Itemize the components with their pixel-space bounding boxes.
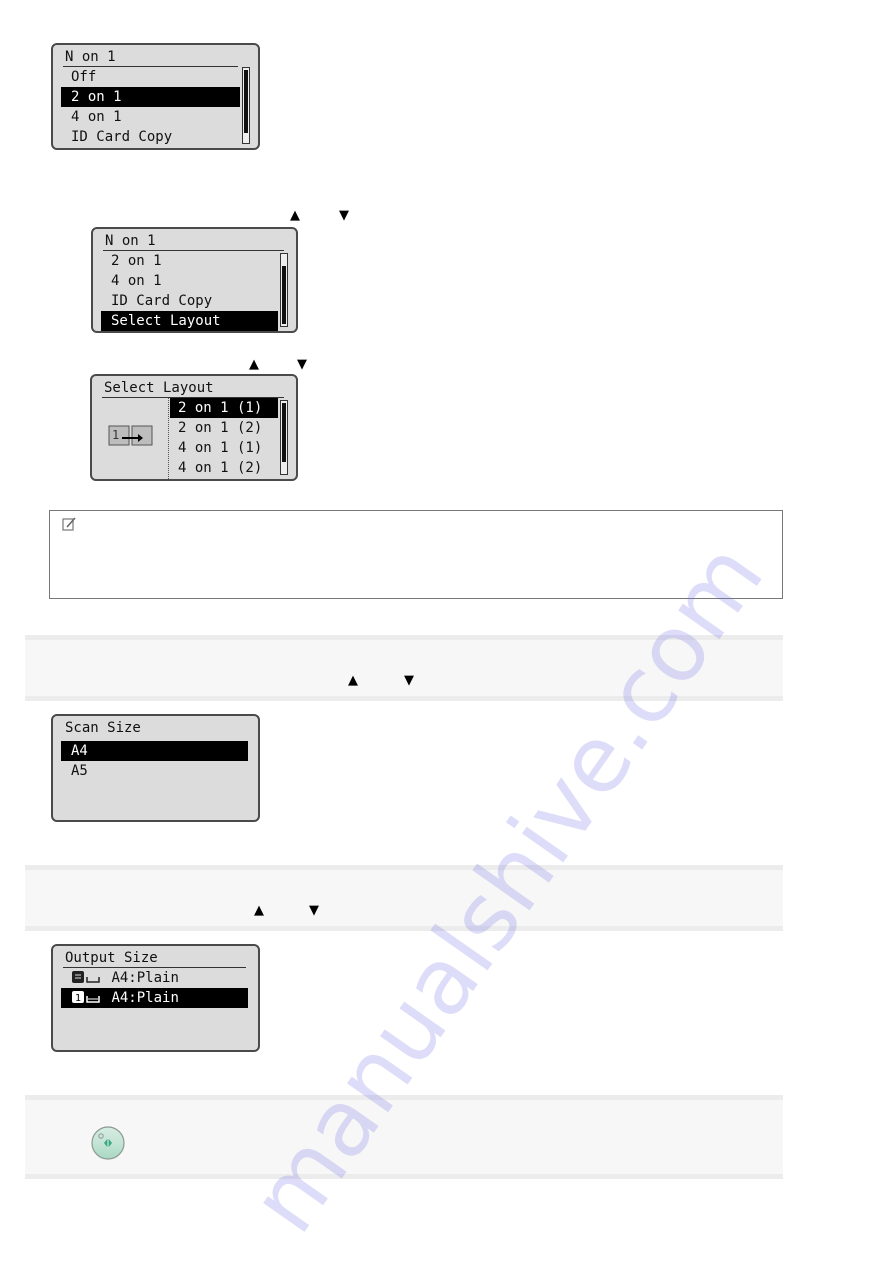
tray-paper-label: A4:Plain xyxy=(111,970,179,986)
lcd-screen-output-size: Output Size A4:Plain 1 A4:Plain xyxy=(51,944,260,1052)
down-arrow-icon: ▼ xyxy=(404,673,414,688)
down-arrow-icon: ▼ xyxy=(297,357,307,372)
scrollbar[interactable] xyxy=(280,400,288,475)
menu-item-a5[interactable]: A5 xyxy=(61,761,248,781)
scroll-thumb[interactable] xyxy=(244,70,248,133)
menu-item-2-on-1[interactable]: 2 on 1 xyxy=(101,251,278,271)
lcd-screen-n-on-1-select-layout: N on 1 2 on 1 4 on 1 ID Card Copy Select… xyxy=(91,227,298,333)
multipurpose-tray-icon xyxy=(72,971,100,983)
layout-preview-pane: 1 xyxy=(92,398,169,479)
menu-item-2-on-1-1[interactable]: 2 on 1 (1) xyxy=(170,398,278,418)
menu-item-a4[interactable]: A4 xyxy=(61,741,248,761)
scroll-thumb[interactable] xyxy=(282,266,286,324)
menu-item-2-on-1[interactable]: 2 on 1 xyxy=(61,87,240,107)
lcd-menu-list: A4 A5 xyxy=(61,741,248,781)
up-arrow-icon: ▲ xyxy=(290,208,300,223)
menu-item-4-on-1[interactable]: 4 on 1 xyxy=(101,271,278,291)
up-arrow-icon: ▲ xyxy=(254,903,264,918)
scrollbar[interactable] xyxy=(242,67,250,144)
tray-paper-label: A4:Plain xyxy=(111,990,179,1006)
lcd-menu-list: A4:Plain 1 A4:Plain xyxy=(61,968,248,1008)
lcd-menu-list: Off 2 on 1 4 on 1 ID Card Copy xyxy=(61,67,240,147)
step-band-scan-size: ▲ ▼ xyxy=(25,635,783,701)
step-band-output-size: ▲ ▼ xyxy=(25,865,783,931)
step-band-start xyxy=(25,1095,783,1179)
lcd-title: Select Layout xyxy=(102,379,284,398)
up-arrow-icon: ▲ xyxy=(249,357,259,372)
lcd-menu-list: 2 on 1 4 on 1 ID Card Copy Select Layout xyxy=(101,251,278,331)
menu-item-select-layout[interactable]: Select Layout xyxy=(101,311,278,331)
scrollbar[interactable] xyxy=(280,253,288,327)
drawer-1-icon: 1 xyxy=(72,991,100,1004)
lcd-title: N on 1 xyxy=(63,48,238,67)
menu-item-drawer-1[interactable]: 1 A4:Plain xyxy=(61,988,248,1008)
menu-item-4-on-1-1[interactable]: 4 on 1 (1) xyxy=(170,438,278,458)
menu-item-multipurpose-tray[interactable]: A4:Plain xyxy=(61,968,248,988)
lcd-screen-scan-size: Scan Size A4 A5 xyxy=(51,714,260,822)
lcd-screen-select-layout: Select Layout 1 2 on 1 (1) 2 on 1 (2) 4 … xyxy=(90,374,298,481)
lcd-screen-n-on-1: N on 1 Off 2 on 1 4 on 1 ID Card Copy xyxy=(51,43,260,150)
lcd-title: N on 1 xyxy=(103,232,284,251)
down-arrow-icon: ▼ xyxy=(309,903,319,918)
lcd-title: Output Size xyxy=(63,949,246,968)
menu-item-id-card-copy[interactable]: ID Card Copy xyxy=(61,127,240,147)
layout-preview-icon: 1 xyxy=(108,425,153,446)
menu-item-off[interactable]: Off xyxy=(61,67,240,87)
start-key-icon[interactable] xyxy=(90,1125,126,1161)
down-arrow-icon: ▼ xyxy=(339,208,349,223)
lcd-menu-list: 2 on 1 (1) 2 on 1 (2) 4 on 1 (1) 4 on 1 … xyxy=(170,398,278,478)
note-box xyxy=(49,510,783,599)
scroll-thumb[interactable] xyxy=(282,403,286,462)
menu-item-2-on-1-2[interactable]: 2 on 1 (2) xyxy=(170,418,278,438)
lcd-title: Scan Size xyxy=(65,720,141,736)
drawer-number: 1 xyxy=(75,993,81,1004)
up-arrow-icon: ▲ xyxy=(348,673,358,688)
note-pencil-icon xyxy=(62,517,76,531)
menu-item-4-on-1-2[interactable]: 4 on 1 (2) xyxy=(170,458,278,478)
svg-text:1: 1 xyxy=(112,428,119,442)
menu-item-id-card-copy[interactable]: ID Card Copy xyxy=(101,291,278,311)
menu-item-4-on-1[interactable]: 4 on 1 xyxy=(61,107,240,127)
